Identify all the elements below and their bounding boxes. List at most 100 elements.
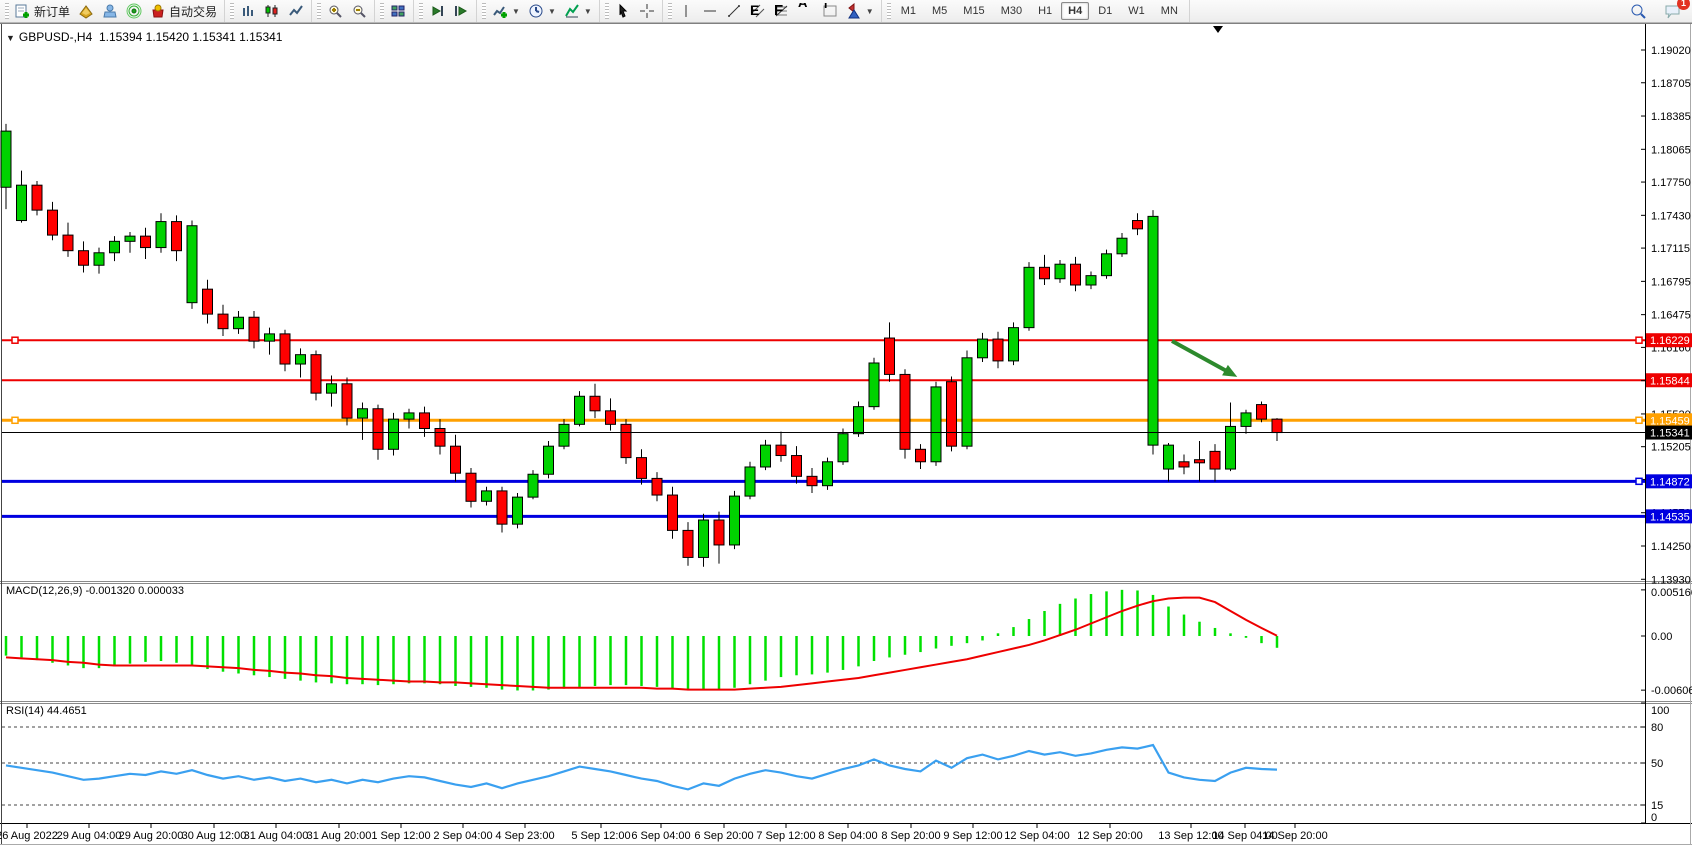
toolbar-drag-handle[interactable] — [605, 3, 609, 19]
chat-button[interactable]: 1 — [1660, 1, 1684, 21]
timeframe-button-h4[interactable]: H4 — [1061, 2, 1089, 20]
toolbar-group: EF A T ▼ — [663, 0, 882, 22]
tile-windows-button[interactable] — [386, 1, 410, 21]
candle-body — [637, 458, 647, 479]
candle-body — [900, 374, 910, 449]
line-anchor-marker[interactable] — [12, 337, 18, 343]
candle-body — [1179, 462, 1189, 467]
text-a-button[interactable]: A — [794, 1, 818, 21]
chevron-down-icon[interactable]: ▼ — [512, 7, 520, 16]
chart-candles-icon — [264, 3, 280, 19]
candle-body — [513, 497, 523, 524]
timeframe-button-mn[interactable]: MN — [1154, 2, 1185, 20]
text-label-button[interactable]: T — [818, 1, 842, 21]
price-axis-label: 1.17430 — [1651, 210, 1691, 222]
candle-body — [761, 445, 771, 467]
chevron-down-icon[interactable]: ▼ — [866, 7, 874, 16]
vertical-line-button[interactable] — [674, 1, 698, 21]
timeframe-button-h1[interactable]: H1 — [1031, 2, 1059, 20]
candle-body — [1055, 264, 1065, 279]
profiles-clock-button[interactable]: ▼ — [524, 1, 560, 21]
equidistant-channel-button[interactable]: E — [746, 1, 770, 21]
cursor-button[interactable] — [611, 1, 635, 21]
toolbar-drag-handle[interactable] — [419, 3, 423, 19]
svg-text:F: F — [774, 3, 783, 19]
time-axis-label: 31 Aug 04:00 — [244, 830, 309, 842]
candle-body — [63, 235, 73, 251]
timeframe-button-m5[interactable]: M5 — [925, 2, 954, 20]
timeframe-button-m15[interactable]: M15 — [956, 2, 991, 20]
candle-body — [249, 317, 259, 341]
signal-button[interactable] — [122, 1, 146, 21]
toolbar-group — [375, 0, 414, 22]
candle-body — [358, 409, 368, 418]
signal-icon — [126, 3, 142, 19]
toolbar-drag-handle[interactable] — [668, 3, 672, 19]
cloud-user-button[interactable] — [98, 1, 122, 21]
trendline-button[interactable] — [722, 1, 746, 21]
timeframe-button-m1[interactable]: M1 — [894, 2, 923, 20]
time-axis-label: 4 Sep 23:00 — [495, 830, 554, 842]
crosshair-button[interactable] — [635, 1, 659, 21]
candle-body — [466, 473, 476, 501]
candle-body — [156, 222, 166, 248]
horizontal-line-button[interactable] — [698, 1, 722, 21]
gold-box-button[interactable] — [74, 1, 98, 21]
auto-scroll-button[interactable] — [425, 1, 449, 21]
search-button[interactable] — [1626, 1, 1650, 21]
candle-body — [1040, 267, 1050, 278]
text-label-icon: T — [822, 3, 838, 19]
candle-body — [699, 520, 709, 557]
chart-canvas[interactable]: 1.190201.187051.183851.180651.177501.174… — [0, 24, 1692, 846]
toolbar-drag-handle[interactable] — [380, 3, 384, 19]
time-axis-label: 29 Aug 20:00 — [119, 830, 184, 842]
toolbar-drag-handle[interactable] — [482, 3, 486, 19]
rsi-axis-label: 0 — [1651, 812, 1657, 824]
price-axis-label: 1.19020 — [1651, 45, 1691, 57]
timeframe-button-d1[interactable]: D1 — [1091, 2, 1119, 20]
zoom-in-button[interactable] — [323, 1, 347, 21]
new-order-button[interactable]: 新订单 — [11, 1, 74, 22]
chart-shift-button[interactable] — [449, 1, 473, 21]
candle-body — [869, 363, 879, 407]
line-anchor-marker[interactable] — [1636, 417, 1642, 423]
line-anchor-marker[interactable] — [1636, 478, 1642, 484]
chevron-down-icon[interactable]: ▼ — [548, 7, 556, 16]
indicator-list-button[interactable]: ▼ — [560, 1, 596, 21]
candle-body — [652, 478, 662, 495]
candle-body — [1210, 451, 1220, 469]
line-anchor-marker[interactable] — [1636, 337, 1642, 343]
candle-body — [978, 339, 988, 358]
zoom-out-button[interactable] — [347, 1, 371, 21]
candle-body — [714, 520, 724, 545]
toolbar-drag-handle[interactable] — [887, 3, 891, 19]
chart-line-button[interactable] — [284, 1, 308, 21]
toolbar-drag-handle[interactable] — [5, 3, 9, 19]
candle-body — [420, 413, 430, 429]
candle-body — [435, 428, 445, 446]
new-chart-button[interactable]: ▼ — [488, 1, 524, 21]
time-axis-label: 1 Sep 12:00 — [371, 830, 430, 842]
chevron-down-icon[interactable]: ▼ — [584, 7, 592, 16]
candle-body — [854, 407, 864, 434]
toolbar-drag-handle[interactable] — [317, 3, 321, 19]
time-axis-label: 2 Sep 04:00 — [433, 830, 492, 842]
candle-body — [668, 495, 678, 530]
candle-body — [931, 387, 941, 462]
chart-bars-button[interactable] — [236, 1, 260, 21]
autotrade-button[interactable]: 自动交易 — [146, 1, 221, 22]
timeframe-button-m30[interactable]: M30 — [994, 2, 1029, 20]
toolbar-drag-handle[interactable] — [230, 3, 234, 19]
line-anchor-marker[interactable] — [12, 417, 18, 423]
fibonacci-button[interactable]: F — [770, 1, 794, 21]
svg-text:A: A — [798, 3, 808, 10]
candle-body — [32, 185, 42, 210]
chart-candles-button[interactable] — [260, 1, 284, 21]
arrows-icon — [846, 3, 862, 19]
chevron-down-icon[interactable]: ▼ — [6, 33, 15, 43]
notification-badge: 1 — [1677, 0, 1690, 10]
arrows-button[interactable]: ▼ — [842, 1, 878, 21]
chart-window[interactable]: ▼GBPUSD-,H4 1.15394 1.15420 1.15341 1.15… — [0, 23, 1692, 846]
timeframe-button-w1[interactable]: W1 — [1121, 2, 1152, 20]
toolbar-group: ▼ ▼ ▼ — [477, 0, 600, 22]
